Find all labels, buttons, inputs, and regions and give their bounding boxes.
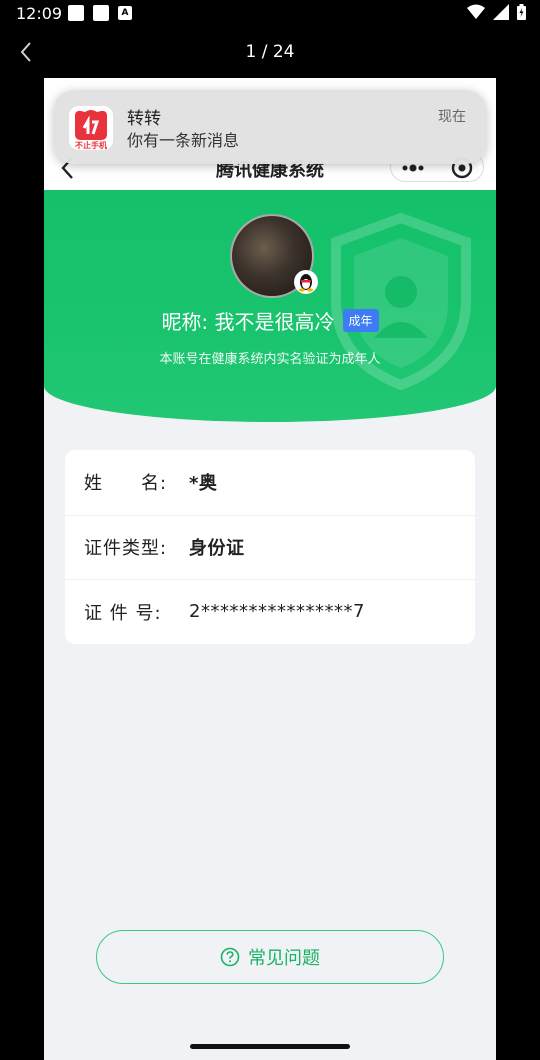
field-row-id-type: 证件类型: 身份证 — [65, 514, 475, 580]
verification-note: 本账号在健康系统内实名验证为成年人 — [159, 352, 381, 367]
a-notification-icon: A — [118, 6, 132, 20]
qq-penguin-icon — [294, 270, 318, 294]
notification-time: 现在 — [438, 109, 466, 125]
field-value: *奥 — [189, 473, 218, 495]
home-indicator — [190, 1044, 350, 1049]
field-row-name: 姓 名: *奥 — [65, 450, 475, 515]
question-circle-icon — [220, 947, 240, 967]
nickname: 昵称: 我不是很高冷 — [161, 310, 335, 334]
field-label: 姓 名: — [84, 473, 168, 495]
field-value: 2****************7 — [189, 601, 365, 623]
screen: 12:09 A 1 / 24 腾讯健康系统 昵称: 我不是很高冷 成年 本账号在… — [0, 0, 540, 1060]
status-time: 12:09 — [16, 4, 63, 23]
faq-button[interactable]: 常见问题 — [96, 930, 444, 984]
notification-app-name: 转转 — [127, 109, 161, 129]
notification-message: 你有一条新消息 — [127, 131, 240, 150]
battery-icon — [517, 4, 526, 20]
field-label: 证 件 号: — [84, 602, 162, 624]
field-value: 身份证 — [189, 538, 245, 560]
notification-icon — [68, 5, 84, 21]
age-badge: 成年 — [342, 309, 379, 332]
field-label: 证件类型: — [84, 538, 168, 560]
notification-banner[interactable]: 不止手机 转转 你有一条新消息 现在 — [54, 90, 486, 164]
profile-hero: 昵称: 我不是很高冷 成年 本账号在健康系统内实名验证为成年人 — [44, 190, 496, 422]
wifi-icon — [467, 4, 485, 19]
app-icon: 不止手机 — [69, 106, 113, 150]
status-bar: 12:09 A — [0, 0, 540, 28]
notification-icon — [93, 5, 109, 21]
image-counter: 1 / 24 — [245, 42, 295, 62]
field-row-id-number: 证 件 号: 2****************7 — [65, 579, 475, 644]
signal-icon — [493, 4, 509, 20]
faq-label: 常见问题 — [248, 948, 320, 969]
nickname-row: 昵称: 我不是很高冷 成年 — [44, 306, 496, 335]
avatar-container — [230, 214, 318, 298]
app-icon-caption: 不止手机 — [75, 141, 107, 150]
screenshot-content: 腾讯健康系统 昵称: 我不是很高冷 成年 本账号在健康系统内实名验证为成年人 姓… — [44, 78, 496, 1060]
status-icons — [467, 4, 526, 20]
identity-card: 姓 名: *奥 证件类型: 身份证 证 件 号: 2**************… — [65, 450, 475, 644]
